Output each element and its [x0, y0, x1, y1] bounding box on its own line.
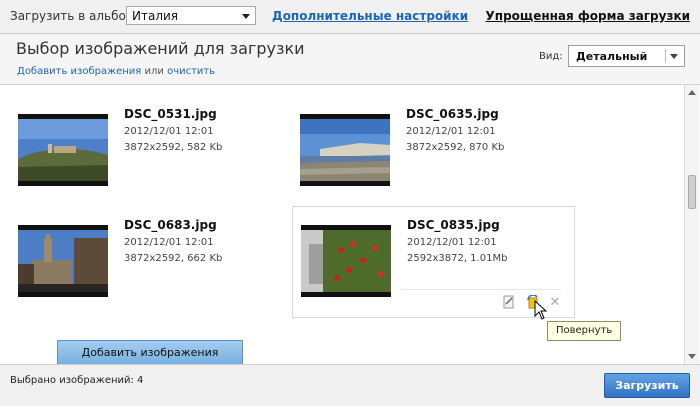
or-text: или [144, 66, 164, 77]
photo-thumbnail-image [18, 119, 108, 181]
photo-date: 2012/12/01 12:01 [407, 237, 497, 248]
view-label: Вид: [539, 51, 563, 62]
add-images-link[interactable]: Добавить изображения [17, 66, 141, 77]
photo-meta: 2012/12/01 12:01 3872x2592, 582 Kb [124, 124, 222, 156]
photo-meta: 2012/12/01 12:01 3872x2592, 870 Kb [406, 124, 504, 156]
photo-name: DSC_0683.jpg [124, 218, 217, 232]
photo-thumbnail[interactable] [300, 114, 390, 186]
vertical-scrollbar[interactable] [684, 85, 699, 364]
mouse-cursor-icon [534, 300, 548, 320]
scroll-up-icon[interactable] [688, 90, 696, 95]
view-select-value: Детальный [576, 50, 648, 63]
page-title: Выбор изображений для загрузки [16, 39, 305, 58]
album-label: Загрузить в альбом: [10, 9, 139, 23]
photo-info: 2592x3872, 1.01Mb [407, 253, 508, 264]
clear-link[interactable]: очистить [167, 66, 215, 77]
header-actions: Добавить изображения или очистить [17, 66, 215, 77]
divider [401, 289, 561, 290]
photo-name: DSC_0835.jpg [407, 218, 500, 232]
close-icon[interactable]: ✕ [547, 295, 563, 311]
chevron-down-icon [242, 14, 250, 19]
photo-meta: 2012/12/01 12:01 3872x2592, 662 Kb [124, 235, 222, 267]
photo-name: DSC_0635.jpg [406, 107, 499, 121]
photo-item[interactable]: DSC_0683.jpg 2012/12/01 12:01 3872x2592,… [18, 218, 298, 318]
view-select-divider [665, 49, 666, 63]
photo-item[interactable]: DSC_0531.jpg 2012/12/01 12:01 3872x2592,… [18, 107, 298, 207]
edit-icon[interactable] [501, 295, 517, 311]
photo-name: DSC_0531.jpg [124, 107, 217, 121]
photo-info: 3872x2592, 662 Kb [124, 253, 223, 264]
photo-date: 2012/12/01 12:01 [406, 126, 496, 137]
header-panel: Выбор изображений для загрузки Добавить … [0, 34, 700, 85]
photo-info: 3872x2592, 870 Kb [406, 142, 505, 153]
photo-thumbnail-image [18, 230, 108, 292]
photo-item[interactable]: DSC_0635.jpg 2012/12/01 12:01 3872x2592,… [300, 107, 580, 207]
selected-count: Выбрано изображений: 4 [10, 375, 144, 386]
photo-thumbnail-image [301, 230, 391, 292]
photo-actions: ✕ [501, 294, 565, 315]
album-select[interactable]: Италия [126, 6, 256, 25]
scrollbar-thumb[interactable] [688, 175, 696, 209]
photo-date: 2012/12/01 12:01 [124, 126, 214, 137]
photo-thumbnail-image [300, 119, 390, 181]
add-images-button[interactable]: Добавить изображения [57, 340, 243, 364]
photo-thumbnail[interactable] [18, 225, 108, 297]
photo-info: 3872x2592, 582 Kb [124, 142, 223, 153]
photo-meta: 2012/12/01 12:01 2592x3872, 1.01Mb [407, 235, 507, 267]
photo-thumbnail[interactable] [18, 114, 108, 186]
scroll-down-icon[interactable] [688, 354, 696, 359]
photo-item[interactable]: DSC_0835.jpg 2012/12/01 12:01 2592x3872,… [292, 206, 575, 318]
simple-form-link[interactable]: Упрощенная форма загрузки [486, 9, 690, 23]
photo-thumbnail[interactable] [301, 225, 391, 297]
extra-settings-link[interactable]: Дополнительные настройки [272, 9, 468, 23]
chevron-down-icon [670, 54, 678, 59]
photo-date: 2012/12/01 12:01 [124, 237, 214, 248]
footer: Выбрано изображений: 4 Загрузить [0, 364, 700, 406]
view-select[interactable]: Детальный [568, 45, 685, 67]
tooltip: Повернуть [547, 321, 622, 341]
upload-button[interactable]: Загрузить [604, 373, 690, 398]
album-select-value: Италия [132, 9, 179, 23]
top-bar: Загрузить в альбом: Италия Дополнительны… [0, 0, 700, 34]
